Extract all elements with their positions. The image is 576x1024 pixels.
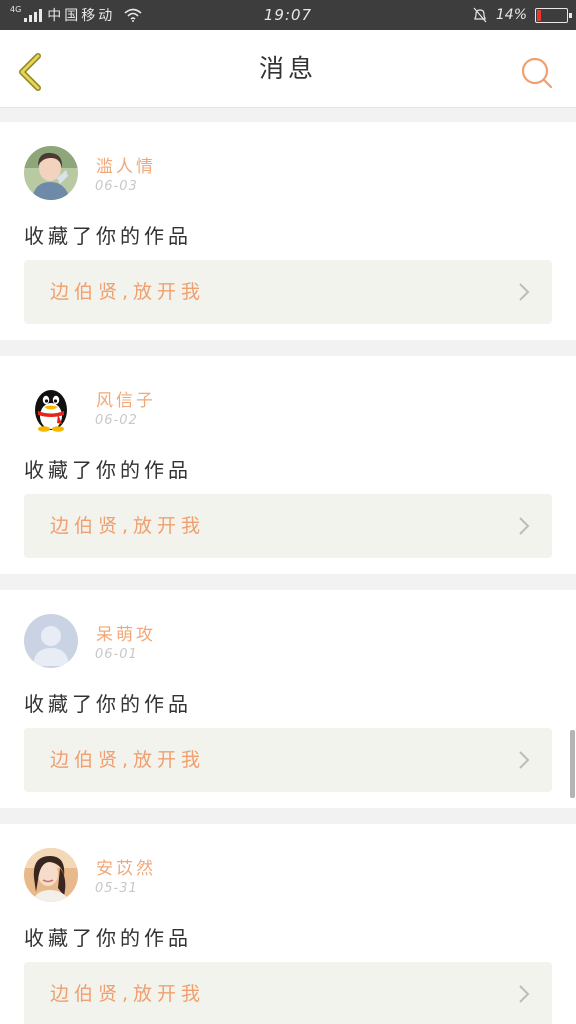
message-date: 06-02 [95,413,138,428]
message-card: 滥人情 06-03 收藏了你的作品 边伯贤,放开我 [0,122,576,340]
work-link[interactable]: 边伯贤,放开我 [24,728,552,792]
avatar[interactable] [24,146,78,200]
battery-level [537,9,541,21]
default-user-icon [24,614,78,668]
chevron-right-icon [519,283,530,301]
work-title: 边伯贤,放开我 [50,983,206,1005]
message-card: 呆萌攻 06-01 收藏了你的作品 边伯贤,放开我 [0,590,576,808]
avatar[interactable] [24,848,78,902]
battery-percent: 14% [495,7,527,23]
username[interactable]: 安苡然 [96,854,156,879]
work-link[interactable]: 边伯贤,放开我 [24,494,552,558]
nav-bar: 消息 [0,30,576,108]
username[interactable]: 滥人情 [96,152,156,177]
message-date: 06-01 [95,647,138,662]
mute-bell-icon [473,7,487,23]
avatar[interactable] [24,380,78,434]
message-date: 05-31 [95,881,138,896]
message-card: 风信子 06-02 收藏了你的作品 边伯贤,放开我 [0,356,576,574]
message-card: 安苡然 05-31 收藏了你的作品 边伯贤,放开我 [0,824,576,1024]
action-text: 收藏了你的作品 [24,224,192,248]
username[interactable]: 呆萌攻 [96,620,156,645]
battery-icon [535,7,572,23]
chevron-right-icon [519,751,530,769]
search-button[interactable] [520,56,554,90]
penguin-icon [35,390,67,432]
chevron-right-icon [519,985,530,1003]
scrollbar-thumb[interactable] [570,730,575,798]
work-title: 边伯贤,放开我 [50,749,206,771]
screen: 4G 中国移动 19:07 14% 消息 滥人情 06-03 收藏了你的作品 边… [0,0,576,1024]
status-bar: 4G 中国移动 19:07 14% [0,0,576,30]
avatar-photo-icon [24,848,78,902]
username[interactable]: 风信子 [96,386,156,411]
action-text: 收藏了你的作品 [24,692,192,716]
avatar[interactable] [24,614,78,668]
avatar-photo-icon [24,146,78,200]
action-text: 收藏了你的作品 [24,926,192,950]
status-right: 14% [472,0,572,30]
message-date: 06-03 [95,179,138,194]
work-title: 边伯贤,放开我 [50,281,206,303]
action-text: 收藏了你的作品 [24,458,192,482]
work-link[interactable]: 边伯贤,放开我 [24,260,552,324]
work-title: 边伯贤,放开我 [50,515,206,537]
chevron-right-icon [519,517,530,535]
page-title: 消息 [258,54,317,83]
work-link[interactable]: 边伯贤,放开我 [24,962,552,1024]
